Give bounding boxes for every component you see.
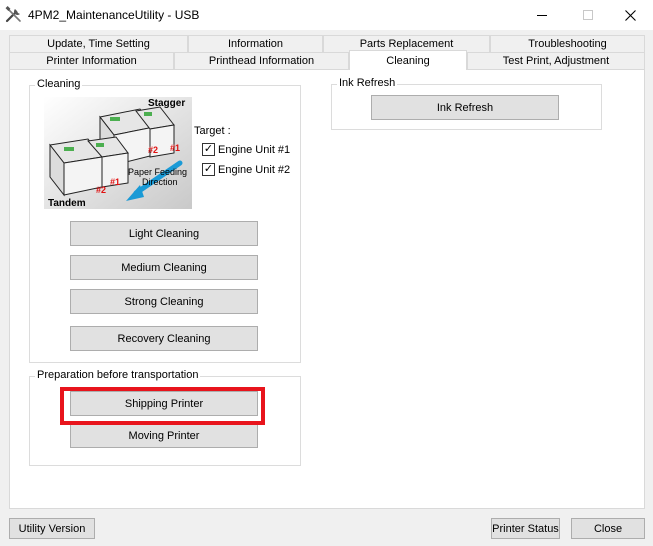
tab-label: Troubleshooting	[528, 38, 607, 50]
ink-refresh-group: Ink Refresh Ink Refresh	[331, 77, 602, 130]
transportation-group-title: Preparation before transportation	[35, 369, 201, 381]
tab-label: Test Print, Adjustment	[502, 55, 610, 67]
paper-feed-label-line1: Paper Feeding	[128, 167, 187, 177]
light-cleaning-button[interactable]: Light Cleaning	[70, 221, 258, 246]
tandem-label: Tandem	[48, 198, 86, 209]
ink-refresh-button[interactable]: Ink Refresh	[371, 95, 559, 120]
stagger-unit-1-label: #1	[170, 143, 180, 153]
printhead-arrangement-illustration: Stagger Tandem #2 #1 #2 #1 Paper Feeding…	[44, 97, 192, 209]
close-button[interactable]: Close	[571, 518, 645, 539]
close-icon	[624, 9, 636, 21]
tab-label: Cleaning	[386, 54, 430, 67]
client-area: Update, Time Setting Information Parts R…	[0, 30, 653, 546]
paper-feed-label-line2: Direction	[142, 177, 178, 187]
cleaning-group-title: Cleaning	[35, 78, 83, 90]
engine-unit-1-checkbox[interactable]: ✓ Engine Unit #1	[202, 143, 290, 156]
tab-label: Parts Replacement	[359, 38, 454, 50]
tab-label: Update, Time Setting	[47, 38, 150, 50]
tab-information[interactable]: Information	[188, 35, 323, 52]
tab-label: Printhead Information	[208, 55, 315, 67]
checkbox-box: ✓	[202, 163, 215, 176]
cleaning-tab-panel: Cleaning Stagger Tandem #2 #1 #2 #1 Pape…	[9, 69, 645, 509]
engine-unit-2-checkbox[interactable]: ✓ Engine Unit #2	[202, 163, 290, 176]
stagger-label: Stagger	[148, 98, 185, 109]
tab-printer-information[interactable]: Printer Information	[9, 52, 174, 69]
cleaning-group: Cleaning Stagger Tandem #2 #1 #2 #1 Pape…	[29, 78, 301, 363]
check-mark-icon: ✓	[203, 163, 214, 175]
minimize-button[interactable]	[519, 0, 565, 30]
ink-refresh-group-title: Ink Refresh	[337, 77, 398, 89]
stagger-unit-2-label: #2	[148, 145, 158, 155]
maximize-icon	[583, 10, 593, 20]
target-label: Target :	[194, 125, 231, 137]
medium-cleaning-button[interactable]: Medium Cleaning	[70, 255, 258, 280]
engine-unit-2-label: Engine Unit #2	[218, 163, 291, 176]
tab-cleaning[interactable]: Cleaning	[349, 50, 467, 70]
printer-status-button[interactable]: Printer Status	[491, 518, 560, 539]
checkbox-box: ✓	[202, 143, 215, 156]
tandem-unit-2-label: #2	[96, 185, 106, 195]
utility-version-button[interactable]: Utility Version	[9, 518, 95, 539]
tab-printhead-information[interactable]: Printhead Information	[174, 52, 349, 69]
tab-label: Printer Information	[46, 55, 137, 67]
moving-printer-button[interactable]: Moving Printer	[70, 423, 258, 448]
tab-update-time-setting[interactable]: Update, Time Setting	[9, 35, 188, 52]
tab-test-print-adjustment[interactable]: Test Print, Adjustment	[467, 52, 645, 69]
tab-troubleshooting[interactable]: Troubleshooting	[490, 35, 645, 52]
check-mark-icon: ✓	[203, 143, 214, 155]
close-window-button[interactable]	[607, 0, 653, 30]
window-title: 4PM2_MaintenanceUtility - USB	[28, 8, 200, 22]
minimize-icon	[537, 15, 547, 16]
wrench-screwdriver-icon	[5, 6, 21, 23]
recovery-cleaning-button[interactable]: Recovery Cleaning	[70, 326, 258, 351]
engine-unit-1-label: Engine Unit #1	[218, 143, 291, 156]
tab-label: Information	[227, 38, 284, 50]
title-bar: 4PM2_MaintenanceUtility - USB	[0, 0, 653, 30]
strong-cleaning-button[interactable]: Strong Cleaning	[70, 289, 258, 314]
maximize-button[interactable]	[565, 0, 611, 30]
tandem-unit-1-label: #1	[110, 177, 120, 187]
shipping-printer-highlight	[60, 387, 265, 425]
